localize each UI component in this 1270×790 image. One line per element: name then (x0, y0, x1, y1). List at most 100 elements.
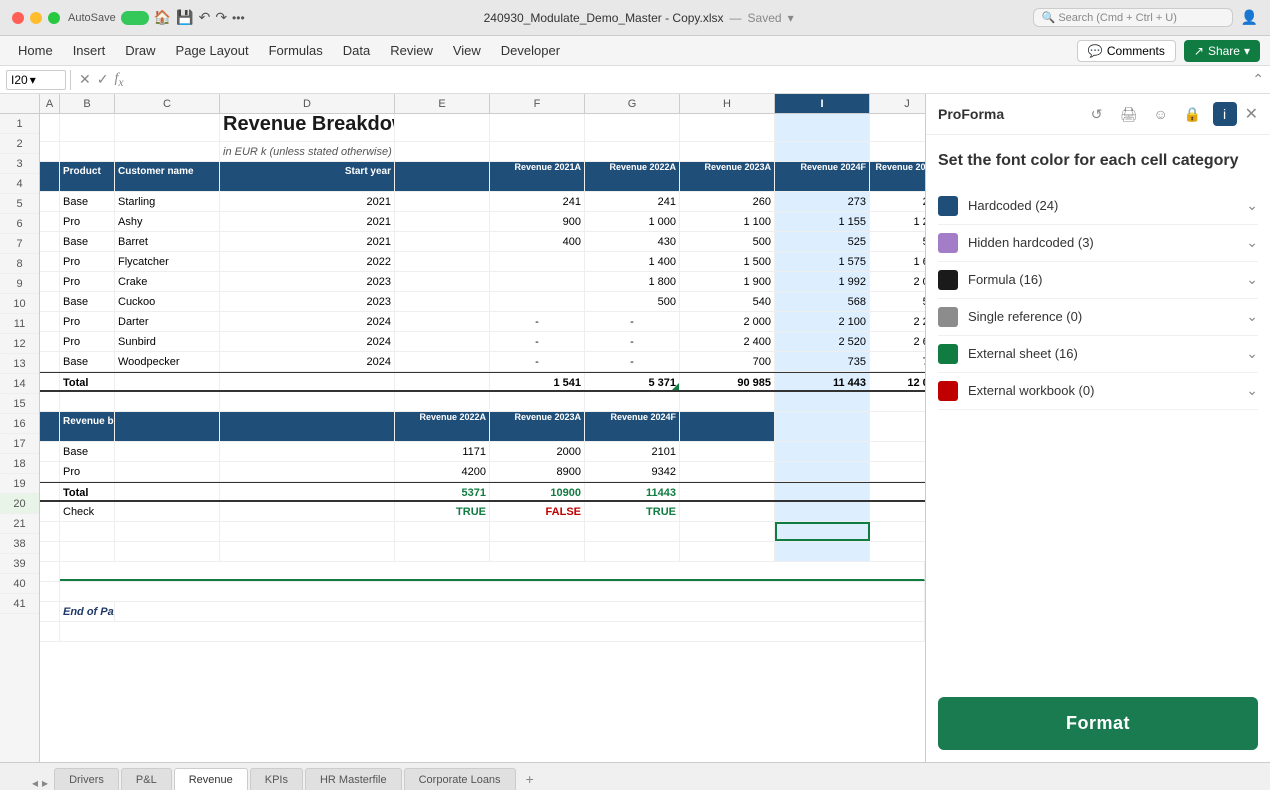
cell-E2[interactable] (395, 142, 490, 161)
cell-C7[interactable]: Flycatcher (115, 252, 220, 271)
cell-H19[interactable] (680, 502, 775, 521)
cell-F6[interactable]: 400 (490, 232, 585, 251)
cell-F19[interactable]: FALSE (490, 502, 585, 521)
cell-H21[interactable] (680, 542, 775, 561)
col-header-I[interactable]: I (775, 94, 870, 113)
cell-G17[interactable]: 9342 (585, 462, 680, 481)
cell-I6[interactable]: 525 (775, 232, 870, 251)
cell-I16[interactable] (775, 442, 870, 461)
cell-A38[interactable] (40, 562, 60, 581)
cell-J17[interactable] (870, 462, 925, 481)
cell-J21[interactable] (870, 542, 925, 561)
cell-A16[interactable] (40, 442, 60, 461)
cell-D7[interactable]: 2022 (220, 252, 395, 271)
more-icon[interactable]: ••• (232, 11, 245, 25)
cell-D12[interactable]: 2024 (220, 352, 395, 371)
cell-A6[interactable] (40, 232, 60, 251)
cell-A4[interactable] (40, 192, 60, 211)
cell-D6[interactable]: 2021 (220, 232, 395, 251)
info-icon[interactable]: i (1213, 102, 1237, 126)
cell-A19[interactable] (40, 502, 60, 521)
cell-F5[interactable]: 900 (490, 212, 585, 231)
cell-F15[interactable]: Revenue 2023A (490, 412, 585, 441)
cell-F2[interactable] (490, 142, 585, 161)
format-button[interactable]: Format (938, 697, 1258, 750)
cell-E3[interactable] (395, 162, 490, 191)
cell-C19[interactable] (115, 502, 220, 521)
cell-H17[interactable] (680, 462, 775, 481)
cell-C6[interactable]: Barret (115, 232, 220, 251)
cell-C5[interactable]: Ashy (115, 212, 220, 231)
cell-D2[interactable]: in EUR k (unless stated otherwise) (220, 142, 395, 161)
cell-J9[interactable]: 597 (870, 292, 925, 311)
cell-D17[interactable] (220, 462, 395, 481)
menu-draw[interactable]: Draw (117, 40, 163, 61)
refresh-icon[interactable]: ↺ (1085, 102, 1109, 126)
cell-A12[interactable] (40, 352, 60, 371)
cell-F14[interactable] (490, 392, 585, 411)
cell-E10[interactable] (395, 312, 490, 331)
cell-I18[interactable] (775, 483, 870, 500)
cell-F9[interactable] (490, 292, 585, 311)
cell-B3[interactable]: Product (60, 162, 115, 191)
cell-H12[interactable]: 700 (680, 352, 775, 371)
col-header-F[interactable]: F (490, 94, 585, 113)
chevron-hidden-hardcoded[interactable]: ⌄ (1246, 234, 1258, 251)
cell-H2[interactable] (680, 142, 775, 161)
cell-C3[interactable]: Customer name (115, 162, 220, 191)
cell-I7[interactable]: 1 575 (775, 252, 870, 271)
col-header-H[interactable]: H (680, 94, 775, 113)
cell-E20[interactable] (395, 522, 490, 541)
cell-E21[interactable] (395, 542, 490, 561)
cell-A9[interactable] (40, 292, 60, 311)
comments-button[interactable]: 💬 Comments (1077, 40, 1176, 62)
chevron-external-workbook[interactable]: ⌄ (1246, 382, 1258, 399)
col-header-B[interactable]: B (60, 94, 115, 113)
cell-I14[interactable] (775, 392, 870, 411)
tab-corporate-loans[interactable]: Corporate Loans (404, 768, 516, 790)
cell-D16[interactable] (220, 442, 395, 461)
cell-A21[interactable] (40, 542, 60, 561)
cell-C14[interactable] (115, 392, 220, 411)
cell-G21[interactable] (585, 542, 680, 561)
cell-G19[interactable]: TRUE (585, 502, 680, 521)
menu-view[interactable]: View (445, 40, 489, 61)
cell-J20[interactable] (870, 522, 925, 541)
cell-G20[interactable] (585, 522, 680, 541)
cell-C21[interactable] (115, 542, 220, 561)
chevron-single-ref[interactable]: ⌄ (1246, 308, 1258, 325)
cell-E19[interactable]: TRUE (395, 502, 490, 521)
cell-B11[interactable]: Pro (60, 332, 115, 351)
cell-H4[interactable]: 260 (680, 192, 775, 211)
cell-A2[interactable] (40, 142, 60, 161)
cell-A8[interactable] (40, 272, 60, 291)
cell-rest-38[interactable] (60, 562, 925, 581)
cell-H10[interactable]: 2 000 (680, 312, 775, 331)
cell-B10[interactable]: Pro (60, 312, 115, 331)
cell-E14[interactable] (395, 392, 490, 411)
cell-B21[interactable] (60, 542, 115, 561)
cell-G13[interactable]: 5 371 (585, 373, 680, 390)
tab-pl[interactable]: P&L (121, 768, 172, 790)
cell-D3[interactable]: Start year (220, 162, 395, 191)
cell-E15[interactable]: Revenue 2022A (395, 412, 490, 441)
cell-C9[interactable]: Cuckoo (115, 292, 220, 311)
cell-E6[interactable] (395, 232, 490, 251)
cell-D9[interactable]: 2023 (220, 292, 395, 311)
menu-insert[interactable]: Insert (65, 40, 114, 61)
menu-developer[interactable]: Developer (493, 40, 568, 61)
cell-I9[interactable]: 568 (775, 292, 870, 311)
cell-rest-39[interactable] (60, 582, 925, 601)
cell-D15[interactable] (220, 412, 395, 441)
cell-D8[interactable]: 2023 (220, 272, 395, 291)
cell-D18[interactable] (220, 483, 395, 500)
cell-B9[interactable]: Base (60, 292, 115, 311)
cell-A3[interactable] (40, 162, 60, 191)
cell-D19[interactable] (220, 502, 395, 521)
cell-C8[interactable]: Crake (115, 272, 220, 291)
cell-C15[interactable] (115, 412, 220, 441)
cell-J5[interactable]: 1 213 (870, 212, 925, 231)
minimize-button[interactable] (30, 12, 42, 24)
insert-function-icon[interactable]: fx (114, 71, 123, 89)
smiley-icon[interactable]: ☺ (1149, 102, 1173, 126)
